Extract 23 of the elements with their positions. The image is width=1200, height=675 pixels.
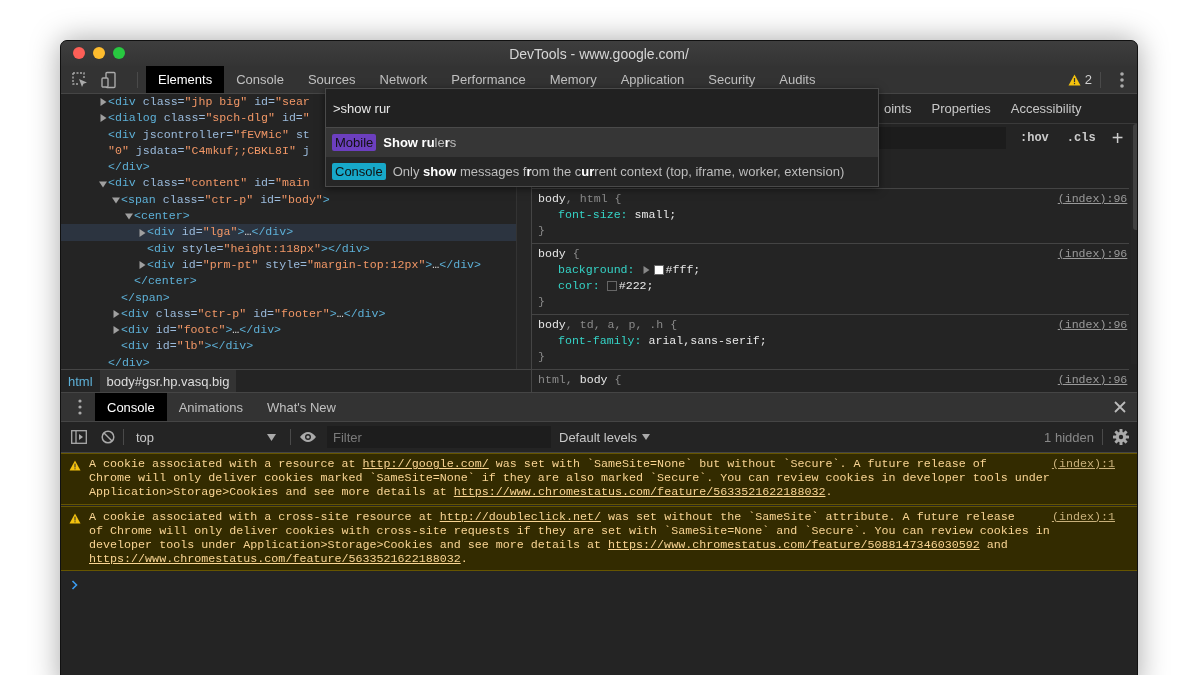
css-value: #222; bbox=[618, 278, 654, 294]
css-selector: body, html { bbox=[538, 191, 622, 207]
closing-brace: } bbox=[538, 294, 546, 310]
css-value: small; bbox=[634, 207, 677, 223]
hidden-count: 1 hidden bbox=[1044, 429, 1094, 445]
css-property: font-size: bbox=[558, 207, 628, 223]
warning-text: A cookie associated with a resource at http://google.com/ was set with `SameSite=None` but without `Secure`. A future release of Chrome will only deliver cookies marked `SameSite=None` if they are also marked `Secure`. You can review cookies in developer tools under Application>Storage>Cookies and see more details at https://www.chromestatus.com/feature/5633521622188032. bbox=[89, 457, 1050, 500]
css-selector: body, td, a, p, .h { bbox=[538, 317, 678, 333]
css-property: background: bbox=[558, 262, 635, 278]
command-title: Show rulers bbox=[383, 135, 457, 150]
css-selector: body { bbox=[538, 246, 580, 262]
css-property: font-family: bbox=[558, 333, 642, 349]
css-property: color: bbox=[558, 278, 600, 294]
category-tag: Console bbox=[332, 163, 386, 180]
css-selector: html, body { bbox=[538, 372, 622, 388]
css-value: #fff; bbox=[665, 262, 701, 278]
css-value: arial,sans-serif; bbox=[648, 333, 767, 349]
window-title: DevTools - www.google.com/ bbox=[509, 45, 689, 62]
warning-text: A cookie associated with a cross-site resource at http://doubleclick.net/ was set without the `SameSite` attribute. A future release of Chrome will only deliver cookies with cross-site requests if they are set with `SameSite=None` and `Secure`. You can review cookies in developer tools under Application>Storage>Cookies and see more details at https://www.chromestatus.com/feature/5088147346030592 and https://www.chromestatus.com/feature/5633521622188032. bbox=[89, 509, 1050, 567]
category-tag: Mobile bbox=[332, 134, 377, 151]
command-title: Only show messages from the current context (top, iframe, worker, extension) bbox=[392, 164, 845, 179]
closing-brace: } bbox=[538, 223, 546, 239]
closing-brace: } bbox=[538, 349, 546, 365]
